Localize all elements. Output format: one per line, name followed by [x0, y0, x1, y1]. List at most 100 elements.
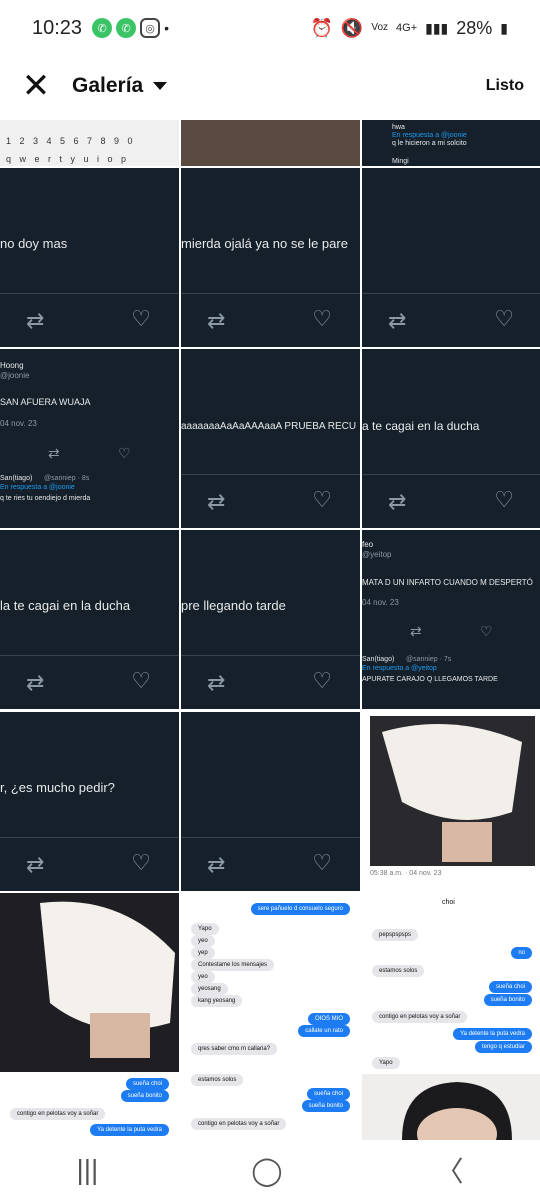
tweet-text: MATA D UN INFARTO CUANDO M DESPERTÓ [362, 578, 533, 588]
chat-bubble: yep [191, 946, 215, 959]
chat-bubble: estamos solos [372, 964, 425, 977]
divider [181, 474, 360, 476]
reply-author: hwa [392, 124, 405, 131]
recent-apps-button[interactable]: ||| [76, 1154, 98, 1186]
chat-bubble: yeosang [191, 982, 228, 995]
heart-icon: ♡ [118, 445, 131, 462]
album-selector[interactable]: Galería [72, 74, 168, 98]
chat-bubble: sueña bonito [120, 1089, 169, 1102]
thumb-tweet[interactable]: a te cagai en la ducha ⇄ ♡ [362, 349, 540, 529]
thumb-tweet-thread[interactable]: feo @yeitop MATA D UN INFARTO CUANDO M D… [362, 530, 540, 710]
tweet-text: SAN AFUERA WUAJA [0, 397, 91, 408]
thumb-tweet-empty[interactable]: ⇄ ♡ [181, 711, 360, 891]
app-bar: ✕ Galería Listo [0, 56, 540, 116]
thumb-tweet[interactable]: mierda ojalá ya no se le pare ⇄ ♡ [181, 168, 360, 348]
thumb-chat-screenshot[interactable]: estamos solos sueña choi sueña bonito co… [181, 1073, 360, 1140]
divider [181, 836, 360, 838]
divider [362, 293, 540, 295]
heart-icon: ♡ [312, 849, 332, 875]
battery-percent: 28% [456, 17, 493, 38]
thumb-tweet[interactable]: pre llegando tarde ⇄ ♡ [181, 530, 360, 710]
chat-bubble: Ya detente la puta vedra [453, 1027, 532, 1040]
status-time: 10:23 [32, 16, 83, 39]
reply-meta: @sanniep · 7s [406, 656, 452, 664]
heart-icon: ♡ [494, 487, 514, 513]
tweet-text: la te cagai en la ducha [0, 598, 131, 614]
thumb-tweet-reply[interactable]: hwa En respuesta a @joonie q le hicieron… [362, 120, 540, 166]
chat-bubble: sueña choi [125, 1077, 169, 1090]
thumb-tweet[interactable]: la te cagai en la ducha ⇄ ♡ [0, 530, 179, 710]
divider [0, 293, 179, 295]
divider [181, 293, 360, 295]
thumb-tweet[interactable]: no doy mas ⇄ ♡ [0, 168, 179, 348]
chat-bubble: sere pañuelo d consuelo seguro [250, 902, 350, 915]
divider [0, 836, 179, 838]
chat-bubble: sueña choi [488, 980, 532, 993]
thumb-photo-hug[interactable] [0, 892, 179, 1072]
chat-bubble: no [511, 946, 532, 959]
chat-bubble: contigo en pelotas voy a soñar [372, 1010, 468, 1023]
home-button[interactable]: ◯ [251, 1154, 282, 1187]
tweet-text: mierda ojalá ya no se le pare [181, 236, 348, 252]
album-title: Galería [72, 74, 144, 97]
thumb-tweet[interactable]: r, ¿es mucho pedir? ⇄ ♡ [0, 711, 179, 891]
photo-hug-image [0, 892, 179, 1072]
battery-icon: ▮ [500, 19, 508, 36]
reply-author: San(tiago) [362, 656, 395, 664]
reply-author: San(tiago) [0, 475, 33, 483]
notification-dot-icon: • [164, 20, 169, 36]
signal-icon: ▮▮▮ [425, 19, 449, 36]
tweet-text: aaaaaaaAaAaAAAaaA PRUEBA RECU [181, 421, 357, 433]
gallery-grid: 1 2 3 4 5 6 7 8 9 0 q w e r t y u i o p … [0, 120, 540, 1140]
reply-to: En respuesta a @joonie [392, 132, 467, 139]
thumb-keyboard[interactable]: 1 2 3 4 5 6 7 8 9 0 q w e r t y u i o p [0, 120, 179, 166]
tweet-text: a te cagai en la ducha [362, 419, 480, 434]
reply-to: En respuesta a @joonie [0, 484, 75, 492]
chat-bubble: estamos solos [191, 1073, 244, 1086]
instagram-icon: ◎ [140, 18, 161, 38]
back-button[interactable]: 〈 [436, 1150, 464, 1190]
mute-icon: 🔇 [340, 17, 364, 38]
chat-bubble: yeo [191, 934, 215, 947]
thumb-face-photo[interactable] [181, 120, 360, 166]
tweet-text: no doy mas [0, 236, 68, 252]
thumb-photo-hug[interactable]: 05:38 a.m. · 04 nov. 23 [362, 711, 540, 891]
thumb-chat-screenshot[interactable]: sueña choi sueña bonito contigo en pelot… [0, 1073, 179, 1140]
voz-label: Voz [371, 22, 389, 33]
chat-bubble: Ya detente la puta vedra [90, 1123, 169, 1136]
thumb-chat-screenshot[interactable]: sere pañuelo d consuelo seguro Yapo yeo … [181, 892, 360, 1072]
chat-bubble: sueña bonito [483, 993, 532, 1006]
chat-header-name: choi [442, 898, 455, 906]
done-button[interactable]: Listo [486, 77, 524, 95]
reply-to: En respuesta a @yeitop [362, 665, 437, 673]
system-nav-bar: ||| ◯ 〈 [0, 1140, 540, 1200]
close-icon[interactable]: ✕ [0, 66, 72, 106]
divider [362, 474, 540, 476]
thumb-tweet[interactable]: aaaaaaaAaAaAAAaaA PRUEBA RECU ⇄ ♡ [181, 349, 360, 529]
keyboard-row: 1 2 3 4 5 6 7 8 9 0 [6, 136, 136, 146]
thumb-photo-boy[interactable] [362, 1073, 540, 1140]
photo-caption: 05:38 a.m. · 04 nov. 23 [370, 869, 442, 877]
heart-icon: ♡ [494, 306, 514, 332]
thumb-tweet-thread[interactable]: Hoong @joonie SAN AFUERA WUAJA 04 nov. 2… [0, 349, 179, 529]
tweet-handle: @joonie [0, 371, 30, 381]
chat-bubble: contigo en pelotas voy a soñar [191, 1117, 287, 1130]
heart-icon: ♡ [131, 849, 151, 875]
heart-icon: ♡ [312, 668, 332, 694]
chat-bubble: tengo q estudiar [474, 1040, 532, 1053]
chat-bubble: Yapo [191, 922, 219, 935]
reply-text: q te ries tu oendiejo d mierda [0, 495, 91, 503]
tweet-date: 04 nov. 23 [0, 419, 37, 429]
thumb-chat-screenshot[interactable]: choi pepspspsps no estamos solos sueña c… [362, 892, 540, 1072]
reply-text: q le hicieron a mi solcito [392, 140, 467, 147]
dropdown-caret-icon [153, 82, 168, 90]
thumb-tweet-empty[interactable]: ⇄ ♡ [362, 168, 540, 348]
chat-bubble: Contestame los mensajes [191, 958, 275, 971]
photo-boy-image [362, 1073, 540, 1140]
retweet-icon: ⇄ [410, 623, 422, 640]
reply-meta: @sanniep · 8s [44, 475, 90, 483]
retweet-icon: ⇄ [26, 308, 45, 334]
retweet-icon: ⇄ [207, 308, 226, 334]
tweet-text: pre llegando tarde [181, 598, 286, 614]
retweet-icon: ⇄ [207, 670, 226, 696]
